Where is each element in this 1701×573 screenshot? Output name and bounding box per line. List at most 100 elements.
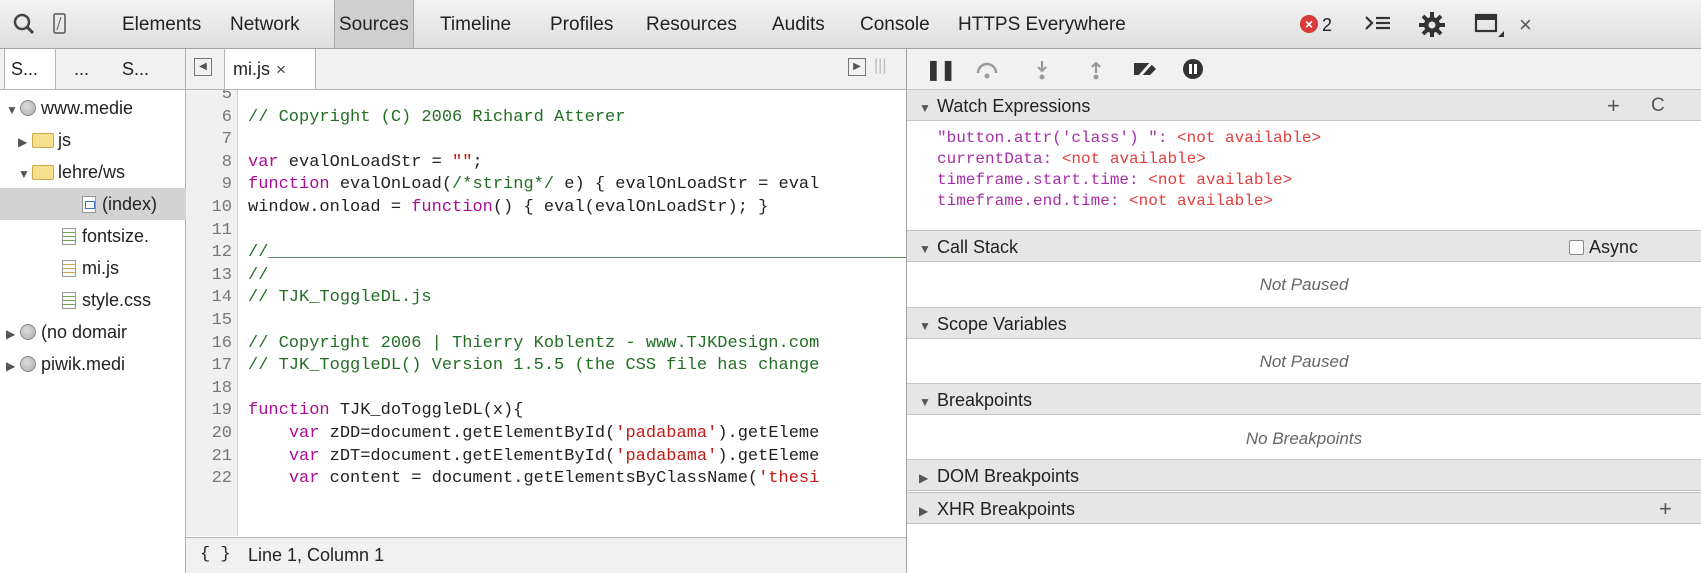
- tab-elements[interactable]: Elements: [118, 0, 205, 48]
- line-number[interactable]: 20: [186, 423, 232, 445]
- dom-breakpoints-header[interactable]: ▶ DOM Breakpoints: [907, 459, 1701, 491]
- pane-splitter-icon[interactable]: |||: [874, 57, 886, 75]
- code-line[interactable]: 15: [186, 310, 906, 332]
- line-number[interactable]: 14: [186, 287, 232, 309]
- async-checkbox[interactable]: Async: [1569, 231, 1638, 263]
- tree-item[interactable]: ▶ piwik.medi: [0, 348, 186, 380]
- code-line[interactable]: 5: [186, 90, 906, 106]
- tree-item[interactable]: ▶ (no domair: [0, 316, 186, 348]
- code-line[interactable]: 11: [186, 220, 906, 242]
- line-number[interactable]: 12: [186, 242, 232, 264]
- navigator-tab-snippets[interactable]: S...: [122, 49, 149, 89]
- collapsed-triangle-icon[interactable]: ▶: [6, 350, 20, 380]
- collapsed-triangle-icon[interactable]: ▶: [6, 318, 20, 348]
- checkbox-icon[interactable]: [1569, 240, 1584, 255]
- add-xhr-breakpoint-button[interactable]: +: [1659, 493, 1672, 525]
- watch-expression[interactable]: "button.attr('class') ": <not available>: [937, 128, 1321, 148]
- step-into-icon[interactable]: [1035, 59, 1049, 81]
- line-number[interactable]: 19: [186, 400, 232, 422]
- deactivate-breakpoints-icon[interactable]: [1132, 59, 1162, 79]
- line-number[interactable]: 13: [186, 265, 232, 287]
- line-number[interactable]: 21: [186, 446, 232, 468]
- code-area[interactable]: 5 6 // Copyright (C) 2006 Richard Atterer 7…: [186, 90, 906, 536]
- error-count[interactable]: 2: [1322, 0, 1332, 50]
- tree-item[interactable]: ▼ www.medie: [0, 92, 186, 124]
- error-count-icon[interactable]: ×: [1300, 15, 1318, 33]
- close-tab-icon[interactable]: ×: [276, 60, 286, 79]
- globe-icon: [20, 324, 36, 340]
- line-number[interactable]: 6: [186, 107, 232, 129]
- line-number[interactable]: 9: [186, 174, 232, 196]
- line-number[interactable]: 16: [186, 333, 232, 355]
- code-line[interactable]: 18: [186, 378, 906, 400]
- code-line[interactable]: 13 //: [186, 265, 906, 287]
- tab-audits[interactable]: Audits: [768, 0, 829, 48]
- pause-icon[interactable]: ❚❚: [925, 57, 956, 82]
- line-number[interactable]: 10: [186, 197, 232, 219]
- code-line[interactable]: 7: [186, 129, 906, 151]
- line-number[interactable]: 11: [186, 220, 232, 242]
- code-line[interactable]: 12 //____________________________________…: [186, 242, 906, 264]
- add-watch-button[interactable]: +: [1607, 90, 1620, 122]
- toggle-debugger-icon[interactable]: ▶: [848, 58, 866, 76]
- tree-item[interactable]: ▼ lehre/ws: [0, 156, 186, 188]
- device-mode-icon[interactable]: [52, 11, 68, 37]
- line-number[interactable]: 18: [186, 378, 232, 400]
- tree-item[interactable]: mi.js: [0, 252, 186, 284]
- watch-expression[interactable]: timeframe.end.time: <not available>: [937, 191, 1273, 211]
- editor-tab-mi-js[interactable]: mi.js ×: [224, 49, 316, 89]
- step-over-icon[interactable]: [975, 61, 999, 79]
- toggle-navigator-icon[interactable]: ◀: [194, 58, 212, 76]
- watch-expression[interactable]: timeframe.start.time: <not available>: [937, 170, 1292, 190]
- tab-profiles[interactable]: Profiles: [546, 0, 617, 48]
- code-line[interactable]: 8 var evalOnLoadStr = "";: [186, 152, 906, 174]
- xhr-breakpoints-header[interactable]: ▶ XHR Breakpoints +: [907, 492, 1701, 524]
- line-number[interactable]: 7: [186, 129, 232, 151]
- refresh-watch-icon[interactable]: C: [1651, 90, 1665, 122]
- code-line[interactable]: 19 function TJK_doToggleDL(x){: [186, 400, 906, 422]
- tree-item[interactable]: (index): [0, 188, 186, 220]
- breakpoints-header[interactable]: ▼ Breakpoints: [907, 383, 1701, 415]
- tree-item[interactable]: ▶ js: [0, 124, 186, 156]
- code-line[interactable]: 6 // Copyright (C) 2006 Richard Atterer: [186, 107, 906, 129]
- watch-expression[interactable]: currentData: <not available>: [937, 149, 1206, 169]
- code-line[interactable]: 21 var zDT=document.getElementById('pada…: [186, 446, 906, 468]
- line-number[interactable]: 17: [186, 355, 232, 377]
- expanded-triangle-icon[interactable]: ▼: [18, 158, 32, 188]
- settings-gear-icon[interactable]: [1418, 11, 1446, 37]
- navigator-tab-sources[interactable]: S...: [4, 49, 56, 89]
- code-line[interactable]: 22 var content = document.getElementsByC…: [186, 468, 906, 490]
- console-drawer-icon[interactable]: [1363, 11, 1393, 37]
- line-number[interactable]: 15: [186, 310, 232, 332]
- code-line[interactable]: 9 function evalOnLoad(/*string*/ e) { eva…: [186, 174, 906, 196]
- call-stack-header[interactable]: ▼ Call Stack Async: [907, 230, 1701, 262]
- search-icon[interactable]: [12, 11, 36, 37]
- collapsed-triangle-icon[interactable]: ▶: [18, 126, 32, 156]
- navigator-tab-content-scripts[interactable]: ...: [74, 49, 89, 89]
- pause-on-exceptions-icon[interactable]: [1181, 57, 1205, 81]
- tab-https-everywhere[interactable]: HTTPS Everywhere: [954, 0, 1130, 48]
- close-devtools-button[interactable]: ×: [1519, 0, 1532, 50]
- expanded-triangle-icon[interactable]: ▼: [6, 94, 20, 124]
- tree-item[interactable]: fontsize.: [0, 220, 186, 252]
- code-line[interactable]: 16 // Copyright 2006 | Thierry Koblentz -…: [186, 333, 906, 355]
- line-number[interactable]: 22: [186, 468, 232, 490]
- scope-variables-header[interactable]: ▼ Scope Variables: [907, 307, 1701, 339]
- tab-console[interactable]: Console: [856, 0, 934, 48]
- tab-sources[interactable]: Sources: [334, 0, 414, 48]
- line-number[interactable]: 5: [186, 90, 232, 106]
- code-line[interactable]: 20 var zDD=document.getElementById('pada…: [186, 423, 906, 445]
- step-out-icon[interactable]: [1089, 59, 1103, 81]
- tab-resources[interactable]: Resources: [642, 0, 741, 48]
- pretty-print-button[interactable]: { }: [200, 538, 231, 572]
- tree-item[interactable]: style.css: [0, 284, 186, 316]
- code-token: //______________________________________…: [248, 243, 906, 263]
- code-line[interactable]: 10 window.onload = function() { eval(eval…: [186, 197, 906, 219]
- line-number[interactable]: 8: [186, 152, 232, 174]
- code-line[interactable]: 17 // TJK_ToggleDL() Version 1.5.5 (the C…: [186, 355, 906, 377]
- code-line[interactable]: 14 // TJK_ToggleDL.js: [186, 287, 906, 309]
- tab-timeline[interactable]: Timeline: [436, 0, 515, 48]
- dock-side-icon[interactable]: [1474, 11, 1506, 37]
- tab-network[interactable]: Network: [226, 0, 304, 48]
- watch-expressions-header[interactable]: ▼ Watch Expressions + C: [907, 89, 1701, 121]
